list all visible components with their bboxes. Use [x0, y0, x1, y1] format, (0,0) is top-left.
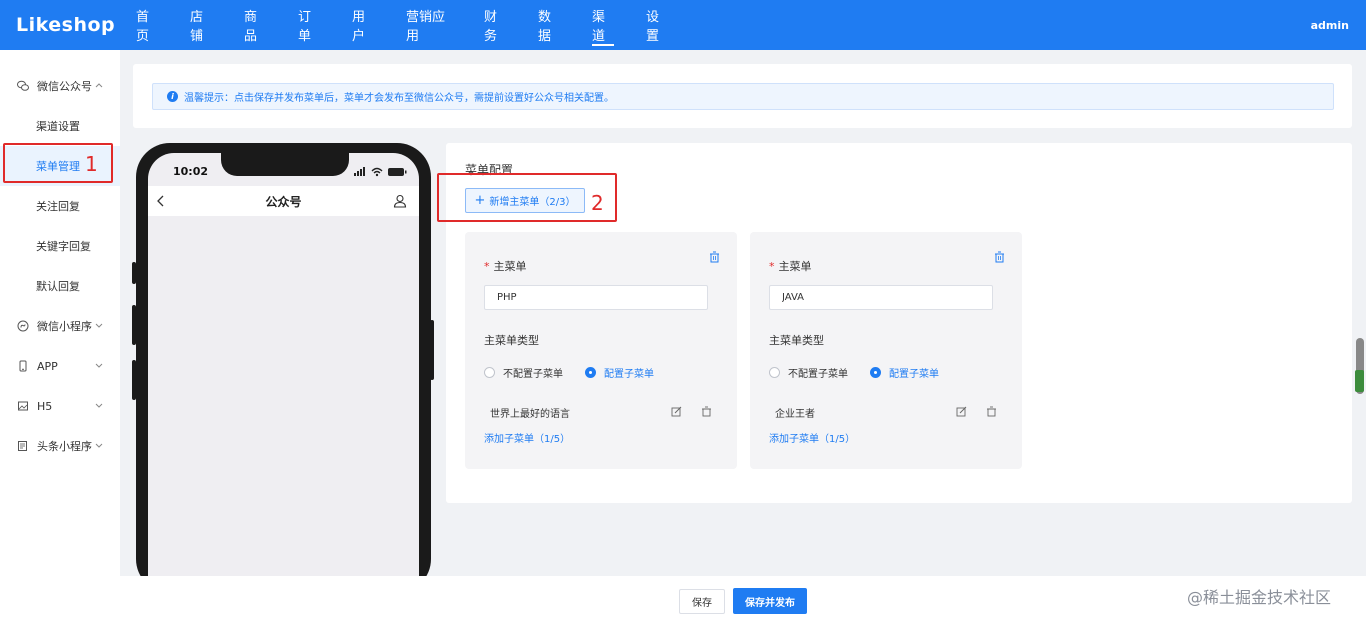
sidebar-group-app[interactable]: APP: [0, 346, 120, 386]
nav-store[interactable]: 店铺: [190, 0, 212, 50]
annotation-number-2: 2: [591, 191, 604, 215]
main-menu-card: *主菜单 主菜单类型 不配置子菜单 配置子菜单 世界上最好的语言 添加子菜单（1…: [465, 232, 737, 469]
sidebar: 微信公众号 渠道设置 菜单管理 关注回复 关键字回复 默认回复 微信小程序 AP…: [0, 50, 120, 625]
add-submenu-link[interactable]: 添加子菜单（1/5）: [484, 430, 570, 445]
sidebar-item-channel-settings[interactable]: 渠道设置: [0, 106, 120, 146]
save-button[interactable]: 保存: [679, 589, 725, 614]
radio-dot: [769, 367, 780, 378]
sidebar-group-wechat-official[interactable]: 微信公众号: [0, 66, 120, 106]
edit-icon[interactable]: [671, 406, 682, 417]
info-icon: i: [167, 91, 178, 102]
annotation-number-1: 1: [85, 152, 98, 176]
logo[interactable]: Likeshop: [0, 14, 136, 36]
main-nav: 首页 店铺 商品 订单 用户 营销应用 财务 数据 渠道 设置: [136, 0, 668, 50]
sidebar-group-wechat-mini[interactable]: 微信小程序: [0, 306, 120, 346]
trash-icon[interactable]: [986, 406, 997, 417]
nav-marketing[interactable]: 营销应用: [406, 0, 452, 50]
nav-orders[interactable]: 订单: [298, 0, 320, 50]
user-icon: [393, 194, 407, 208]
chevron-down-icon: [95, 403, 103, 408]
menu-type-label: 主菜单类型: [769, 334, 824, 347]
add-submenu-link[interactable]: 添加子菜单（1/5）: [769, 430, 855, 445]
chevron-down-icon: [95, 323, 103, 328]
sidebar-group-label: 微信公众号: [37, 80, 92, 93]
phone-screen: [148, 153, 419, 593]
sidebar-item-default-reply[interactable]: 默认回复: [0, 266, 120, 306]
phone-notch: [221, 150, 349, 176]
sidebar-item-follow-reply[interactable]: 关注回复: [0, 186, 120, 226]
nav-goods[interactable]: 商品: [244, 0, 266, 50]
nav-users[interactable]: 用户: [352, 0, 374, 50]
menu-type-label: 主菜单类型: [484, 334, 539, 347]
status-bar-icons: [354, 167, 407, 177]
toutiao-icon: [17, 440, 29, 452]
main-menu-label: * 主菜单: [769, 260, 812, 273]
nav-home[interactable]: 首页: [136, 0, 158, 50]
radio-dot: [870, 367, 881, 378]
phone-time: 10:02: [173, 165, 209, 178]
nav-channel[interactable]: 渠道: [592, 0, 614, 50]
annotation-box-2: [437, 173, 617, 222]
trash-icon[interactable]: [701, 406, 712, 417]
notice-card: i 温馨提示：点击保存并发布菜单后，菜单才会发布至微信公众号，需提前设置好公众号…: [133, 64, 1352, 128]
submenu-item: 世界上最好的语言: [490, 409, 570, 420]
radio-with-submenu[interactable]: 配置子菜单: [870, 365, 939, 380]
notice-banner: i 温馨提示：点击保存并发布菜单后，菜单才会发布至微信公众号，需提前设置好公众号…: [152, 83, 1334, 110]
phone-title: 公众号: [265, 195, 302, 209]
sidebar-group-label: 微信小程序: [37, 320, 92, 333]
wechat-icon: [17, 80, 29, 92]
sidebar-group-toutiao[interactable]: 头条小程序: [0, 426, 120, 466]
notice-text: 温馨提示：点击保存并发布菜单后，菜单才会发布至微信公众号，需提前设置好公众号相关…: [184, 93, 614, 104]
nav-finance[interactable]: 财务: [484, 0, 506, 50]
sidebar-group-label: APP: [37, 359, 58, 373]
main-menu-name-input[interactable]: [484, 285, 708, 310]
main-menu-card: *主菜单 主菜单类型 不配置子菜单 配置子菜单 企业王者 添加子菜单（1/5）: [750, 232, 1022, 469]
radio-dot: [585, 367, 596, 378]
main-menu-label: * 主菜单: [484, 260, 527, 273]
submenu-item: 企业王者: [775, 409, 815, 420]
sidebar-item-keyword-reply[interactable]: 关键字回复: [0, 226, 120, 266]
chevron-up-icon: [95, 83, 103, 88]
scrollbar-grip[interactable]: [1355, 370, 1364, 392]
top-bar: Likeshop 首页 店铺 商品 订单 用户 营销应用 财务 数据 渠道 设置…: [0, 0, 1366, 50]
chevron-down-icon: [95, 363, 103, 368]
mini-program-icon: [17, 320, 29, 332]
nav-settings[interactable]: 设置: [646, 0, 668, 50]
edit-icon[interactable]: [956, 406, 967, 417]
nav-data[interactable]: 数据: [538, 0, 560, 50]
trash-icon[interactable]: [994, 251, 1005, 263]
save-and-publish-button[interactable]: 保存并发布: [733, 588, 807, 614]
main-menu-name-input[interactable]: [769, 285, 993, 310]
image-icon: [17, 400, 29, 412]
radio-dot: [484, 367, 495, 378]
sidebar-group-label: 头条小程序: [37, 440, 92, 453]
phone-icon: [17, 360, 29, 372]
sidebar-group-h5[interactable]: H5: [0, 386, 120, 426]
user-menu[interactable]: admin: [1311, 0, 1349, 50]
chevron-down-icon: [95, 443, 103, 448]
watermark: @稀土掘金技术社区: [1187, 588, 1332, 607]
radio-no-submenu[interactable]: 不配置子菜单: [769, 365, 848, 380]
radio-with-submenu[interactable]: 配置子菜单: [585, 365, 654, 380]
radio-no-submenu[interactable]: 不配置子菜单: [484, 365, 563, 380]
trash-icon[interactable]: [709, 251, 720, 263]
sidebar-group-label: H5: [37, 399, 53, 413]
